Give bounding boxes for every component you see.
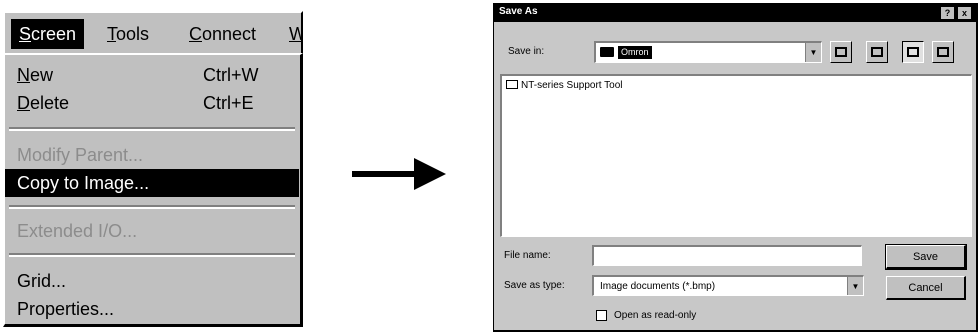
menu-item-new-shortcut: Ctrl+W [203, 65, 259, 85]
menu-item-grid[interactable]: Grid... [5, 267, 299, 295]
list-view-button[interactable] [902, 41, 924, 63]
screen-menu-panel: Screen Tools Connect W New Ctrl+W Delete… [3, 11, 303, 327]
menu-screen-label-rest: creen [31, 24, 77, 44]
menu-screen-mnemonic: S [19, 24, 32, 44]
details-view-button[interactable] [932, 41, 954, 63]
save-in-label: Save in: [508, 46, 545, 57]
menu-connect-mnemonic: C [189, 24, 202, 44]
list-view-icon [907, 47, 919, 57]
details-view-icon [937, 47, 949, 57]
menu-item-properties[interactable]: Properties... [5, 295, 299, 323]
file-name-field[interactable] [592, 245, 862, 266]
save-as-type-combo[interactable]: Image documents (*.bmp) ▼ [592, 275, 864, 296]
list-item[interactable]: NT-series Support Tool [506, 80, 623, 92]
menu-item-delete-label: Delete [17, 93, 70, 113]
menu-item-modify-parent-label: Modify Parent... [17, 145, 144, 165]
file-list[interactable]: NT-series Support Tool [500, 74, 972, 237]
save-as-dialog: Save As ? x Save in: Omron ▼ NT-series S… [493, 3, 978, 332]
folder-icon [506, 80, 518, 89]
menu-separator [9, 253, 295, 257]
menu-item-extended-io: Extended I/O... [5, 217, 299, 245]
menu-connect[interactable]: Connect [181, 19, 264, 49]
up-one-level-button[interactable] [830, 41, 852, 63]
save-in-combo[interactable]: Omron ▼ [594, 41, 822, 63]
menu-item-delete-shortcut: Ctrl+E [203, 93, 254, 113]
save-in-value: Omron [618, 46, 652, 59]
cancel-button[interactable]: Cancel [886, 276, 966, 300]
right-arrow-icon [352, 158, 446, 190]
close-button[interactable]: x [958, 7, 971, 19]
menu-separator [9, 205, 295, 209]
menu-window-label: W [289, 24, 301, 44]
save-as-type-label: Save as type: [504, 280, 565, 291]
up-folder-icon [835, 47, 847, 57]
new-folder-button[interactable] [866, 41, 888, 63]
menu-screen[interactable]: Screen [11, 19, 85, 49]
save-as-type-value: Image documents (*.bmp) [600, 281, 716, 292]
dialog-titlebar: Save As ? x [494, 4, 976, 22]
help-button[interactable]: ? [941, 7, 954, 19]
menu-item-grid-label: Grid... [17, 271, 67, 291]
save-button[interactable]: Save [885, 244, 967, 270]
menu-item-new-label: New [17, 65, 54, 85]
dialog-title: Save As [499, 6, 538, 17]
menu-tools[interactable]: Tools [99, 19, 157, 49]
read-only-label: Open as read-only [614, 310, 697, 321]
menu-window[interactable]: W [285, 19, 301, 49]
chevron-down-icon[interactable]: ▼ [805, 43, 821, 62]
menu-item-modify-parent: Modify Parent... [5, 141, 299, 169]
menu-item-new[interactable]: New Ctrl+W [5, 61, 299, 89]
menu-connect-label-rest: onnect [202, 24, 257, 44]
menu-item-delete[interactable]: Delete Ctrl+E [5, 89, 299, 117]
menu-tools-mnemonic: T [107, 24, 116, 44]
new-folder-icon [871, 47, 883, 57]
screen-dropdown: New Ctrl+W Delete Ctrl+E Modify Parent..… [3, 53, 303, 327]
menu-bar: Screen Tools Connect W [3, 11, 303, 53]
chevron-down-icon[interactable]: ▼ [847, 277, 863, 295]
file-name-label: File name: [504, 250, 551, 261]
menu-tools-label-rest: ools [116, 24, 150, 44]
read-only-checkbox[interactable] [596, 310, 607, 321]
menu-separator [9, 127, 295, 131]
folder-icon [600, 47, 614, 57]
menu-item-extended-io-label: Extended I/O... [17, 221, 138, 241]
menu-item-copy-to-image[interactable]: Copy to Image... [5, 169, 299, 197]
menu-item-properties-label: Properties... [17, 299, 115, 319]
menu-item-copy-to-image-label: Copy to Image... [17, 173, 150, 193]
file-item-label: NT-series Support Tool [521, 80, 623, 91]
